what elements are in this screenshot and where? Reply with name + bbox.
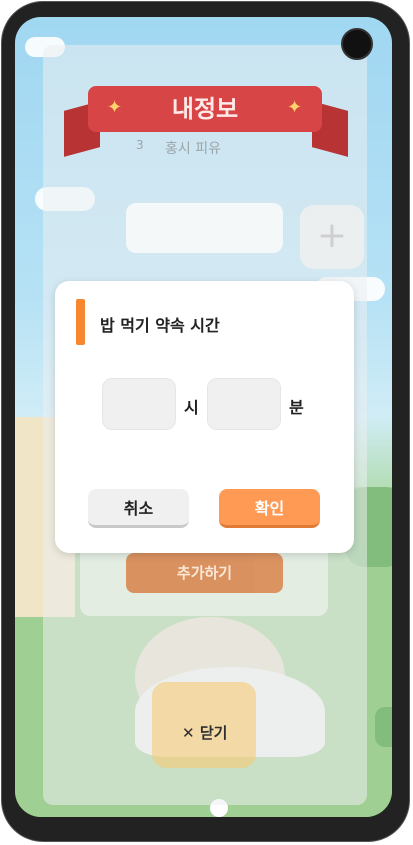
add-pet-button[interactable]: + — [300, 205, 364, 269]
star-icon: ✦ — [107, 97, 123, 118]
cancel-button[interactable]: 취소 — [88, 489, 189, 528]
front-camera — [341, 28, 373, 60]
dialog-title: 밥 먹기 약속 시간 — [100, 316, 220, 335]
subtitle-number: 3 — [136, 138, 144, 152]
name-input[interactable] — [126, 203, 283, 253]
confirm-button[interactable]: 확인 — [219, 489, 320, 528]
app-screen: 내정보 ✦ ✦ 3 홍시 피유 + 추가하기 ✕ 닫기 밥 먹기 약속 시간 시… — [15, 17, 392, 817]
title-accent-bar — [76, 299, 85, 345]
plus-icon: + — [316, 215, 348, 256]
hour-unit-label: 시 — [184, 398, 199, 417]
hour-input[interactable] — [102, 378, 176, 430]
close-button-label-row[interactable]: ✕ 닫기 — [182, 722, 227, 743]
phone-device: 내정보 ✦ ✦ 3 홍시 피유 + 추가하기 ✕ 닫기 밥 먹기 약속 시간 시… — [0, 0, 413, 845]
minute-input[interactable] — [207, 378, 281, 430]
close-label: 닫기 — [199, 724, 228, 742]
time-dialog: 밥 먹기 약속 시간 시 분 취소 확인 — [55, 281, 354, 553]
minute-unit-label: 분 — [289, 398, 304, 417]
star-icon: ✦ — [287, 97, 303, 118]
subtitle: 홍시 피유 — [165, 141, 221, 157]
close-icon: ✕ — [182, 724, 195, 742]
add-button[interactable]: 추가하기 — [126, 553, 283, 593]
